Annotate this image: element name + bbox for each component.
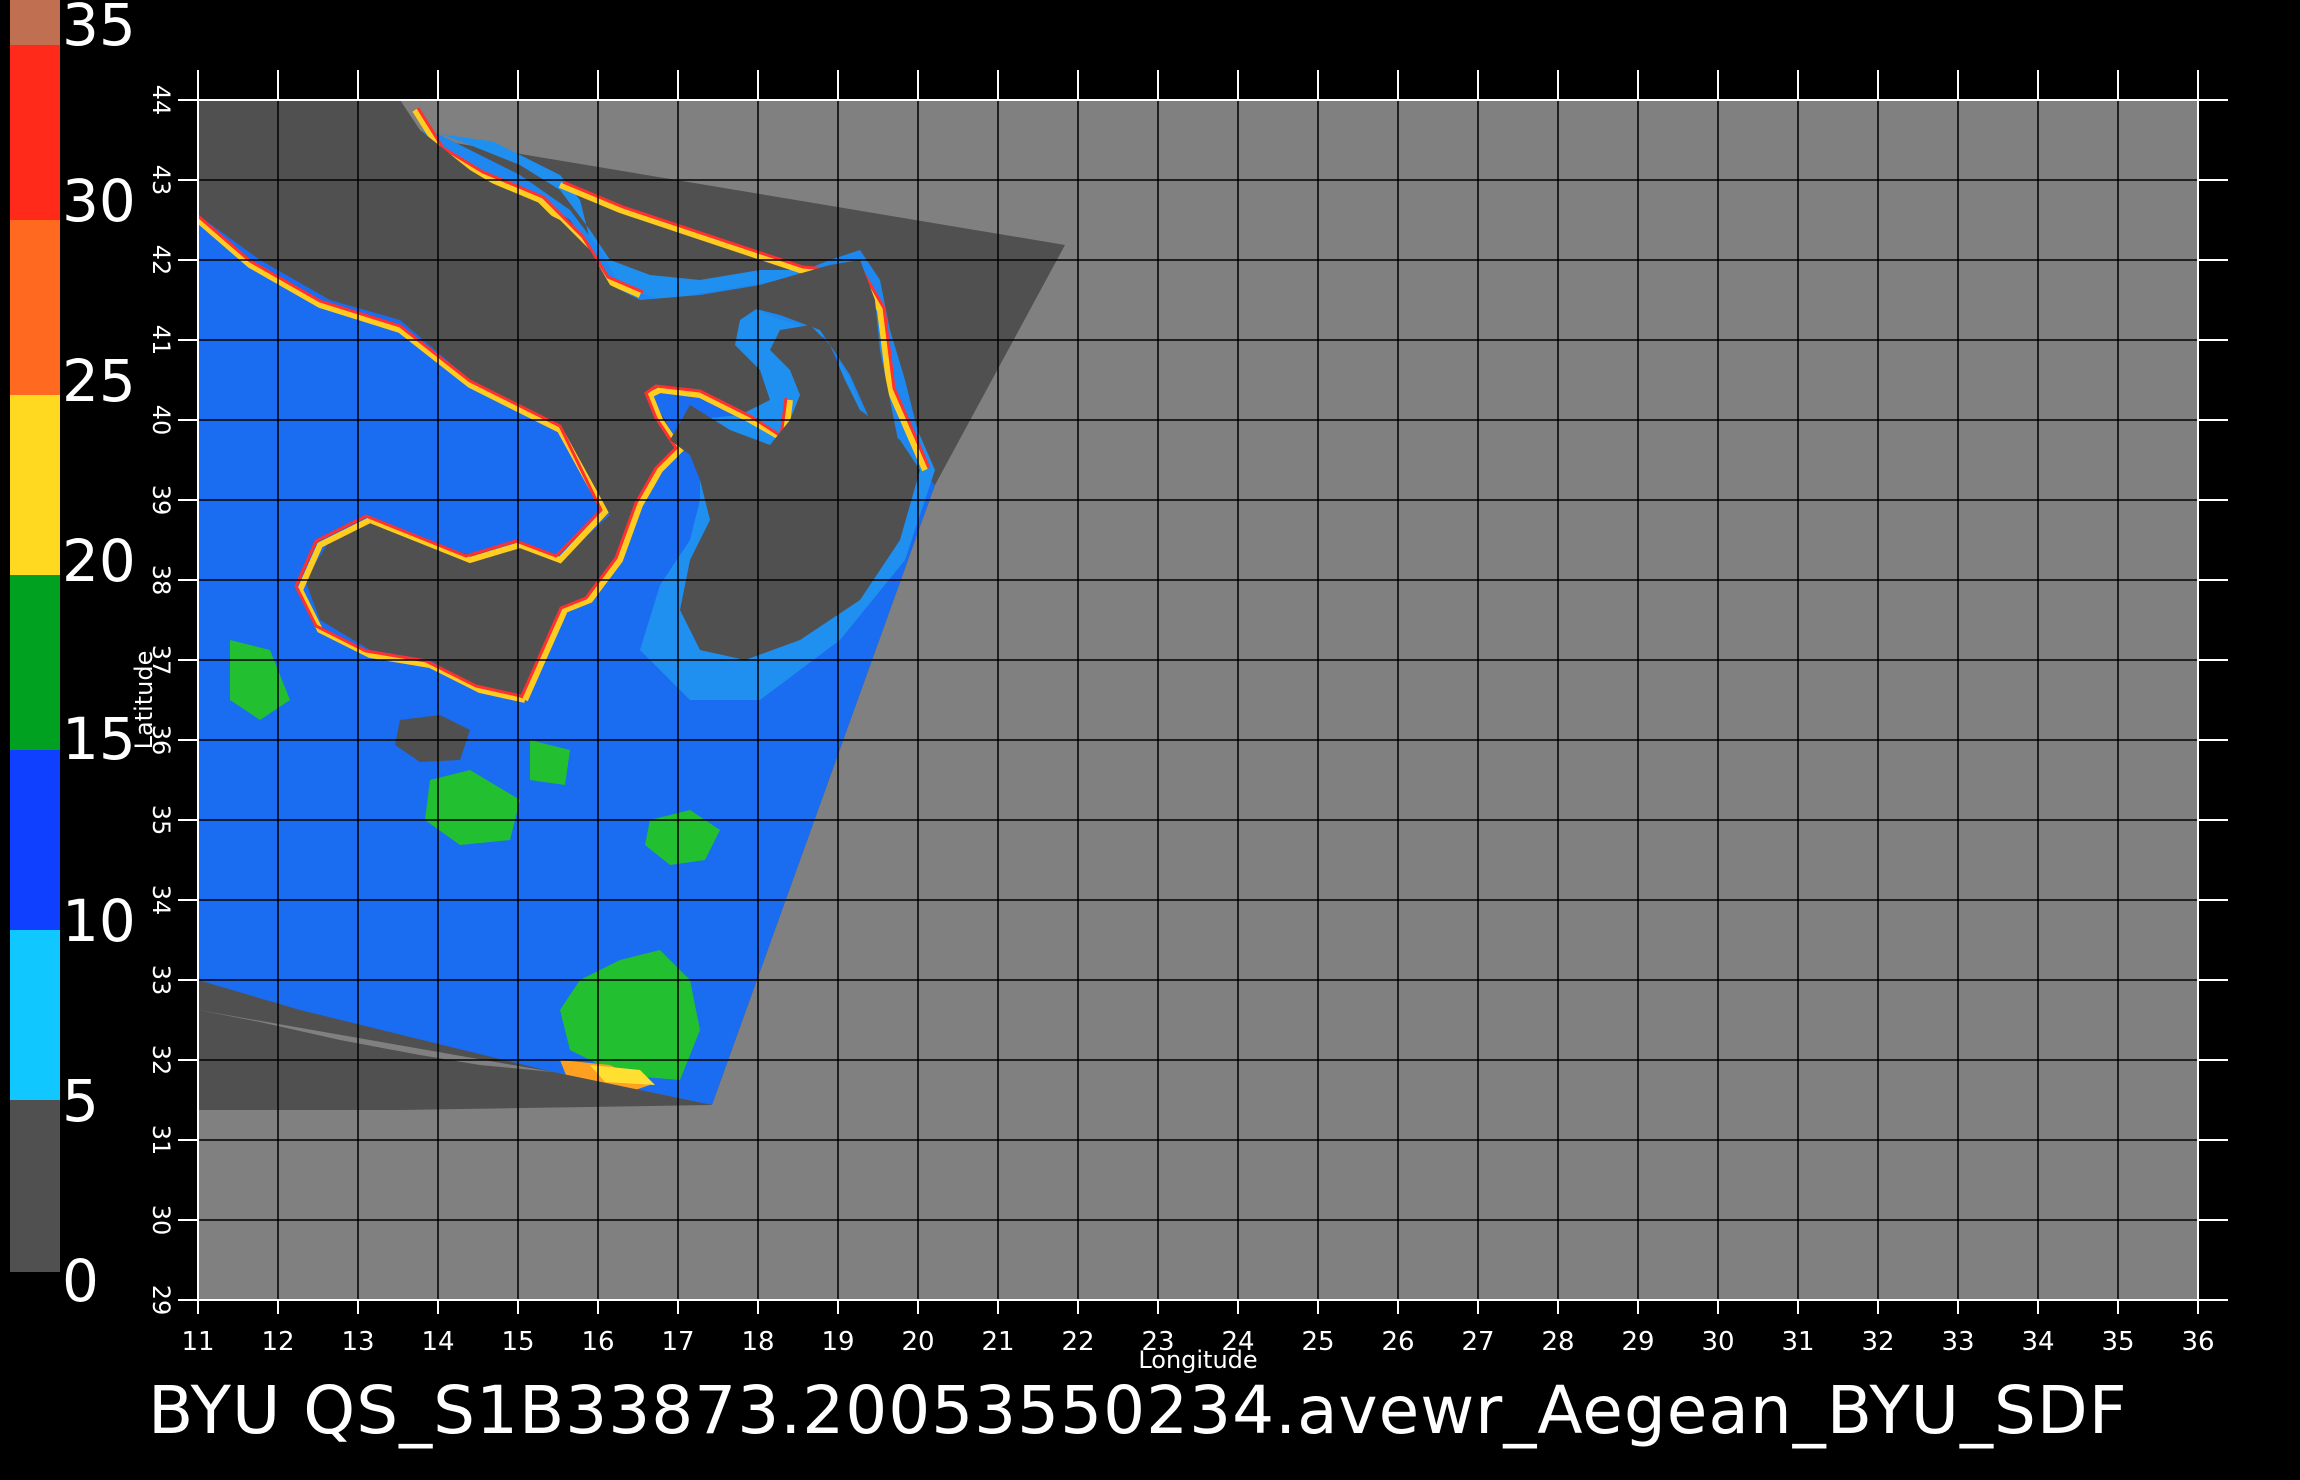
- x-tick-label: 28: [1541, 1327, 1574, 1357]
- y-tick-label: 44: [147, 85, 175, 116]
- colorbar-segment-cyan: [10, 930, 60, 1100]
- colorbar-segment-blue: [10, 750, 60, 930]
- y-tick-label: 39: [147, 485, 175, 516]
- colorbar-label-15: 15: [62, 705, 136, 773]
- x-tick-label: 11: [181, 1327, 214, 1357]
- y-tick-label: 32: [147, 1045, 175, 1076]
- colorbar-label-35: 35: [62, 0, 136, 59]
- x-tick-label: 17: [661, 1327, 694, 1357]
- y-tick-label: 42: [147, 245, 175, 276]
- x-tick-label: 33: [1941, 1327, 1974, 1357]
- colorbar-label-25: 25: [62, 347, 136, 415]
- colorbar-segment-yellow: [10, 395, 60, 575]
- colorbar-segment-red: [10, 45, 60, 220]
- colorbar: [10, 0, 60, 1272]
- map-figure: 11 12 13 14 15 16 17 18 19 20 21 22 23 24 25 26 27 28 29 30…: [10, 0, 2228, 1374]
- colorbar-segment-orange: [10, 220, 60, 395]
- x-tick-label: 27: [1461, 1327, 1494, 1357]
- x-tick-label: 18: [741, 1327, 774, 1357]
- y-tick-label: 29: [147, 1285, 175, 1316]
- x-tick-label: 13: [341, 1327, 374, 1357]
- x-tick-label: 26: [1381, 1327, 1414, 1357]
- x-tick-label: 31: [1781, 1327, 1814, 1357]
- x-tick-label: 32: [1861, 1327, 1894, 1357]
- y-tick-label: 31: [147, 1125, 175, 1156]
- x-tick-label: 35: [2101, 1327, 2134, 1357]
- x-tick-label: 16: [581, 1327, 614, 1357]
- colorbar-label-30: 30: [62, 167, 136, 235]
- x-tick-label: 12: [261, 1327, 294, 1357]
- colorbar-segment-green: [10, 575, 60, 750]
- x-tick-label: 21: [981, 1327, 1014, 1357]
- y-tick-label: 38: [147, 565, 175, 596]
- colorbar-label-0: 0: [62, 1247, 99, 1315]
- x-tick-label: 34: [2021, 1327, 2054, 1357]
- y-tick-label: 43: [147, 165, 175, 196]
- y-tick-label: 34: [147, 885, 175, 916]
- colorbar-label-10: 10: [62, 887, 136, 955]
- y-tick-label: 33: [147, 965, 175, 996]
- x-tick-label: 15: [501, 1327, 534, 1357]
- x-tick-label: 14: [421, 1327, 454, 1357]
- colorbar-segment-gray: [10, 1100, 60, 1272]
- x-tick-label: 30: [1701, 1327, 1734, 1357]
- colorbar-label-5: 5: [62, 1067, 99, 1135]
- y-tick-label: 35: [147, 805, 175, 836]
- x-tick-label: 29: [1621, 1327, 1654, 1357]
- x-tick-label: 19: [821, 1327, 854, 1357]
- x-tick-label: 20: [901, 1327, 934, 1357]
- colorbar-label-20: 20: [62, 527, 136, 595]
- colorbar-segment-top: [10, 0, 60, 45]
- x-tick-label: 36: [2181, 1327, 2214, 1357]
- y-tick-label: 40: [147, 405, 175, 436]
- x-axis-title: Longitude: [1138, 1346, 1257, 1374]
- y-tick-label: 41: [147, 325, 175, 356]
- product-caption: BYU QS_S1B33873.20053550234.avewr_Aegean…: [148, 1372, 2128, 1449]
- x-tick-label: 25: [1301, 1327, 1334, 1357]
- x-tick-label: 22: [1061, 1327, 1094, 1357]
- y-tick-label: 30: [147, 1205, 175, 1236]
